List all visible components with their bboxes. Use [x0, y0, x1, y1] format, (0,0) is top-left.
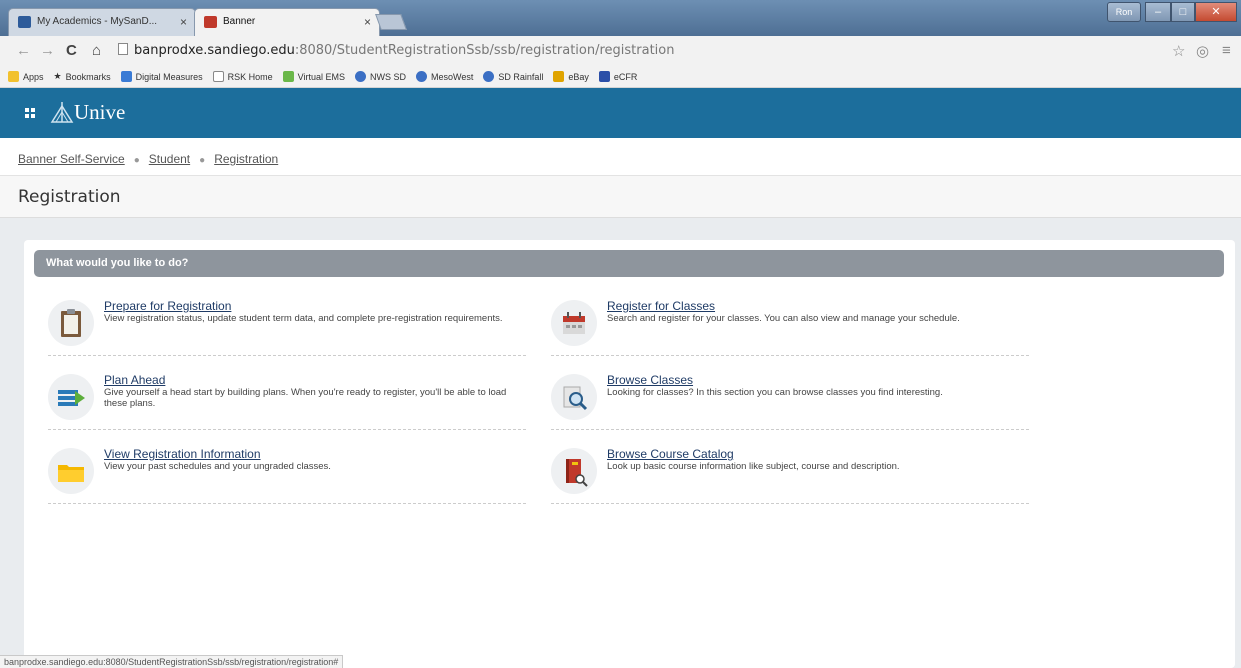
extension-icon[interactable]: ◎ — [1196, 42, 1209, 60]
action-prepare-for-registration: Prepare for Registration View registrati… — [48, 296, 526, 356]
back-arrow-icon[interactable]: ← — [16, 42, 31, 60]
bookmark-virtual-ems[interactable]: Virtual EMS — [282, 71, 345, 82]
breadcrumb-banner-self-service[interactable]: Banner Self-Service — [18, 152, 125, 166]
forward-arrow-icon[interactable]: → — [40, 42, 55, 60]
nws-icon — [355, 71, 367, 82]
apps-grid-icon — [8, 71, 19, 82]
window-controls: Ron – □ ✕ — [1107, 2, 1237, 22]
action-icon-circle — [48, 374, 94, 420]
menu-icon[interactable]: ≡ — [1222, 42, 1231, 59]
clipboard-icon — [61, 309, 81, 337]
action-browse-course-catalog: Browse Course Catalog Look up basic cour… — [551, 444, 1029, 504]
bookmark-ecfr[interactable]: eCFR — [598, 71, 637, 82]
bookmark-rsk-home[interactable]: RSK Home — [212, 71, 273, 82]
bookmark-bookmarks[interactable]: ★ Bookmarks — [54, 71, 111, 82]
maximize-button[interactable]: □ — [1171, 2, 1195, 22]
prepare-for-registration-link[interactable]: Prepare for Registration — [104, 299, 231, 313]
reload-icon[interactable]: C — [66, 42, 77, 60]
breadcrumb-separator: ● — [133, 155, 140, 166]
panel-heading: What would you like to do? — [34, 250, 1224, 277]
action-icon-circle — [48, 448, 94, 494]
address-host: banprodxe.sandiego.edu — [134, 43, 295, 58]
action-register-for-classes: Register for Classes Search and register… — [551, 296, 1029, 356]
page-icon — [212, 71, 224, 82]
app-header: Unive — [0, 88, 1241, 138]
action-description: Search and register for your classes. Yo… — [607, 313, 960, 324]
browser-titlebar: My Academics - MySanD... × Banner × Ron … — [0, 0, 1241, 36]
breadcrumb: Banner Self-Service ● Student ● Registration — [0, 138, 1241, 176]
breadcrumb-student[interactable]: Student — [149, 152, 190, 166]
action-description: View your past schedules and your ungrad… — [104, 461, 331, 472]
folder-icon — [58, 465, 84, 482]
register-for-classes-link[interactable]: Register for Classes — [607, 299, 715, 313]
page-title: Registration — [0, 176, 1241, 218]
plan-list-icon — [58, 390, 85, 406]
new-tab-button[interactable] — [375, 14, 407, 30]
address-bar[interactable]: banprodxe.sandiego.edu:8080/StudentRegis… — [118, 39, 1168, 63]
banner-favicon-icon — [204, 16, 217, 28]
tab-title: Banner — [223, 16, 256, 27]
action-description: Looking for classes? In this section you… — [607, 387, 943, 398]
action-icon-circle — [48, 300, 94, 346]
mysandiego-favicon-icon — [18, 16, 31, 28]
action-description: View registration status, update student… — [104, 313, 503, 324]
ems-icon — [282, 71, 294, 82]
action-plan-ahead: Plan Ahead Give yourself a head start by… — [48, 370, 526, 430]
rainfall-icon — [483, 71, 495, 82]
bookmark-ebay[interactable]: eBay — [553, 71, 589, 82]
page-icon — [118, 43, 128, 55]
status-url: banprodxe.sandiego.edu:8080/StudentRegis… — [0, 655, 344, 668]
bookmarks-bar: Apps ★ Bookmarks Digital Measures RSK Hom… — [0, 66, 1241, 88]
minimize-button[interactable]: – — [1145, 2, 1171, 22]
tab-my-academics[interactable]: My Academics - MySanD... × — [8, 8, 196, 36]
university-logo-icon — [50, 102, 74, 123]
view-registration-information-link[interactable]: View Registration Information — [104, 447, 261, 461]
university-logo-text[interactable]: Unive — [74, 100, 125, 125]
action-view-registration-information: View Registration Information View your … — [48, 444, 526, 504]
bookmark-star-icon[interactable]: ☆ — [1172, 42, 1185, 60]
mesowest-icon — [416, 71, 428, 82]
breadcrumb-separator: ● — [199, 155, 206, 166]
action-description: Give yourself a head start by building p… — [104, 387, 507, 409]
action-icon-circle — [551, 448, 597, 494]
magnifier-icon — [563, 386, 588, 411]
action-browse-classes: Browse Classes Looking for classes? In t… — [551, 370, 1029, 430]
window-user-badge[interactable]: Ron — [1107, 2, 1141, 22]
book-icon — [566, 459, 588, 487]
tab-banner[interactable]: Banner × — [194, 8, 380, 36]
calendar-icon — [563, 312, 585, 334]
action-icon-circle — [551, 374, 597, 420]
breadcrumb-registration[interactable]: Registration — [214, 152, 278, 166]
close-tab-icon[interactable]: × — [180, 9, 187, 35]
bookmark-sd-rainfall[interactable]: SD Rainfall — [483, 71, 543, 82]
ebay-icon — [553, 71, 565, 82]
star-icon: ★ — [53, 71, 62, 81]
bookmark-mesowest[interactable]: MesoWest — [416, 71, 473, 82]
plan-ahead-link[interactable]: Plan Ahead — [104, 373, 165, 387]
browser-toolbar: ← → C ⌂ banprodxe.sandiego.edu:8080/Stud… — [0, 36, 1241, 66]
close-window-button[interactable]: ✕ — [1195, 2, 1237, 22]
ecfr-icon — [598, 71, 610, 82]
app-grid-menu-icon[interactable] — [25, 108, 35, 118]
action-icon-circle — [551, 300, 597, 346]
address-path: :8080/StudentRegistrationSsb/ssb/registr… — [294, 43, 675, 58]
close-tab-icon[interactable]: × — [364, 9, 371, 35]
bookmark-digital-measures[interactable]: Digital Measures — [120, 71, 203, 82]
browse-course-catalog-link[interactable]: Browse Course Catalog — [607, 447, 734, 461]
bookmark-apps[interactable]: Apps — [8, 71, 44, 82]
bar-chart-icon — [120, 71, 132, 82]
home-icon[interactable]: ⌂ — [92, 42, 101, 60]
bookmark-nws-sd[interactable]: NWS SD — [355, 71, 406, 82]
browse-classes-link[interactable]: Browse Classes — [607, 373, 693, 387]
tab-title: My Academics - MySanD... — [37, 16, 158, 27]
action-description: Look up basic course information like su… — [607, 461, 900, 472]
registration-panel: What would you like to do? Prepare for R… — [24, 240, 1235, 668]
